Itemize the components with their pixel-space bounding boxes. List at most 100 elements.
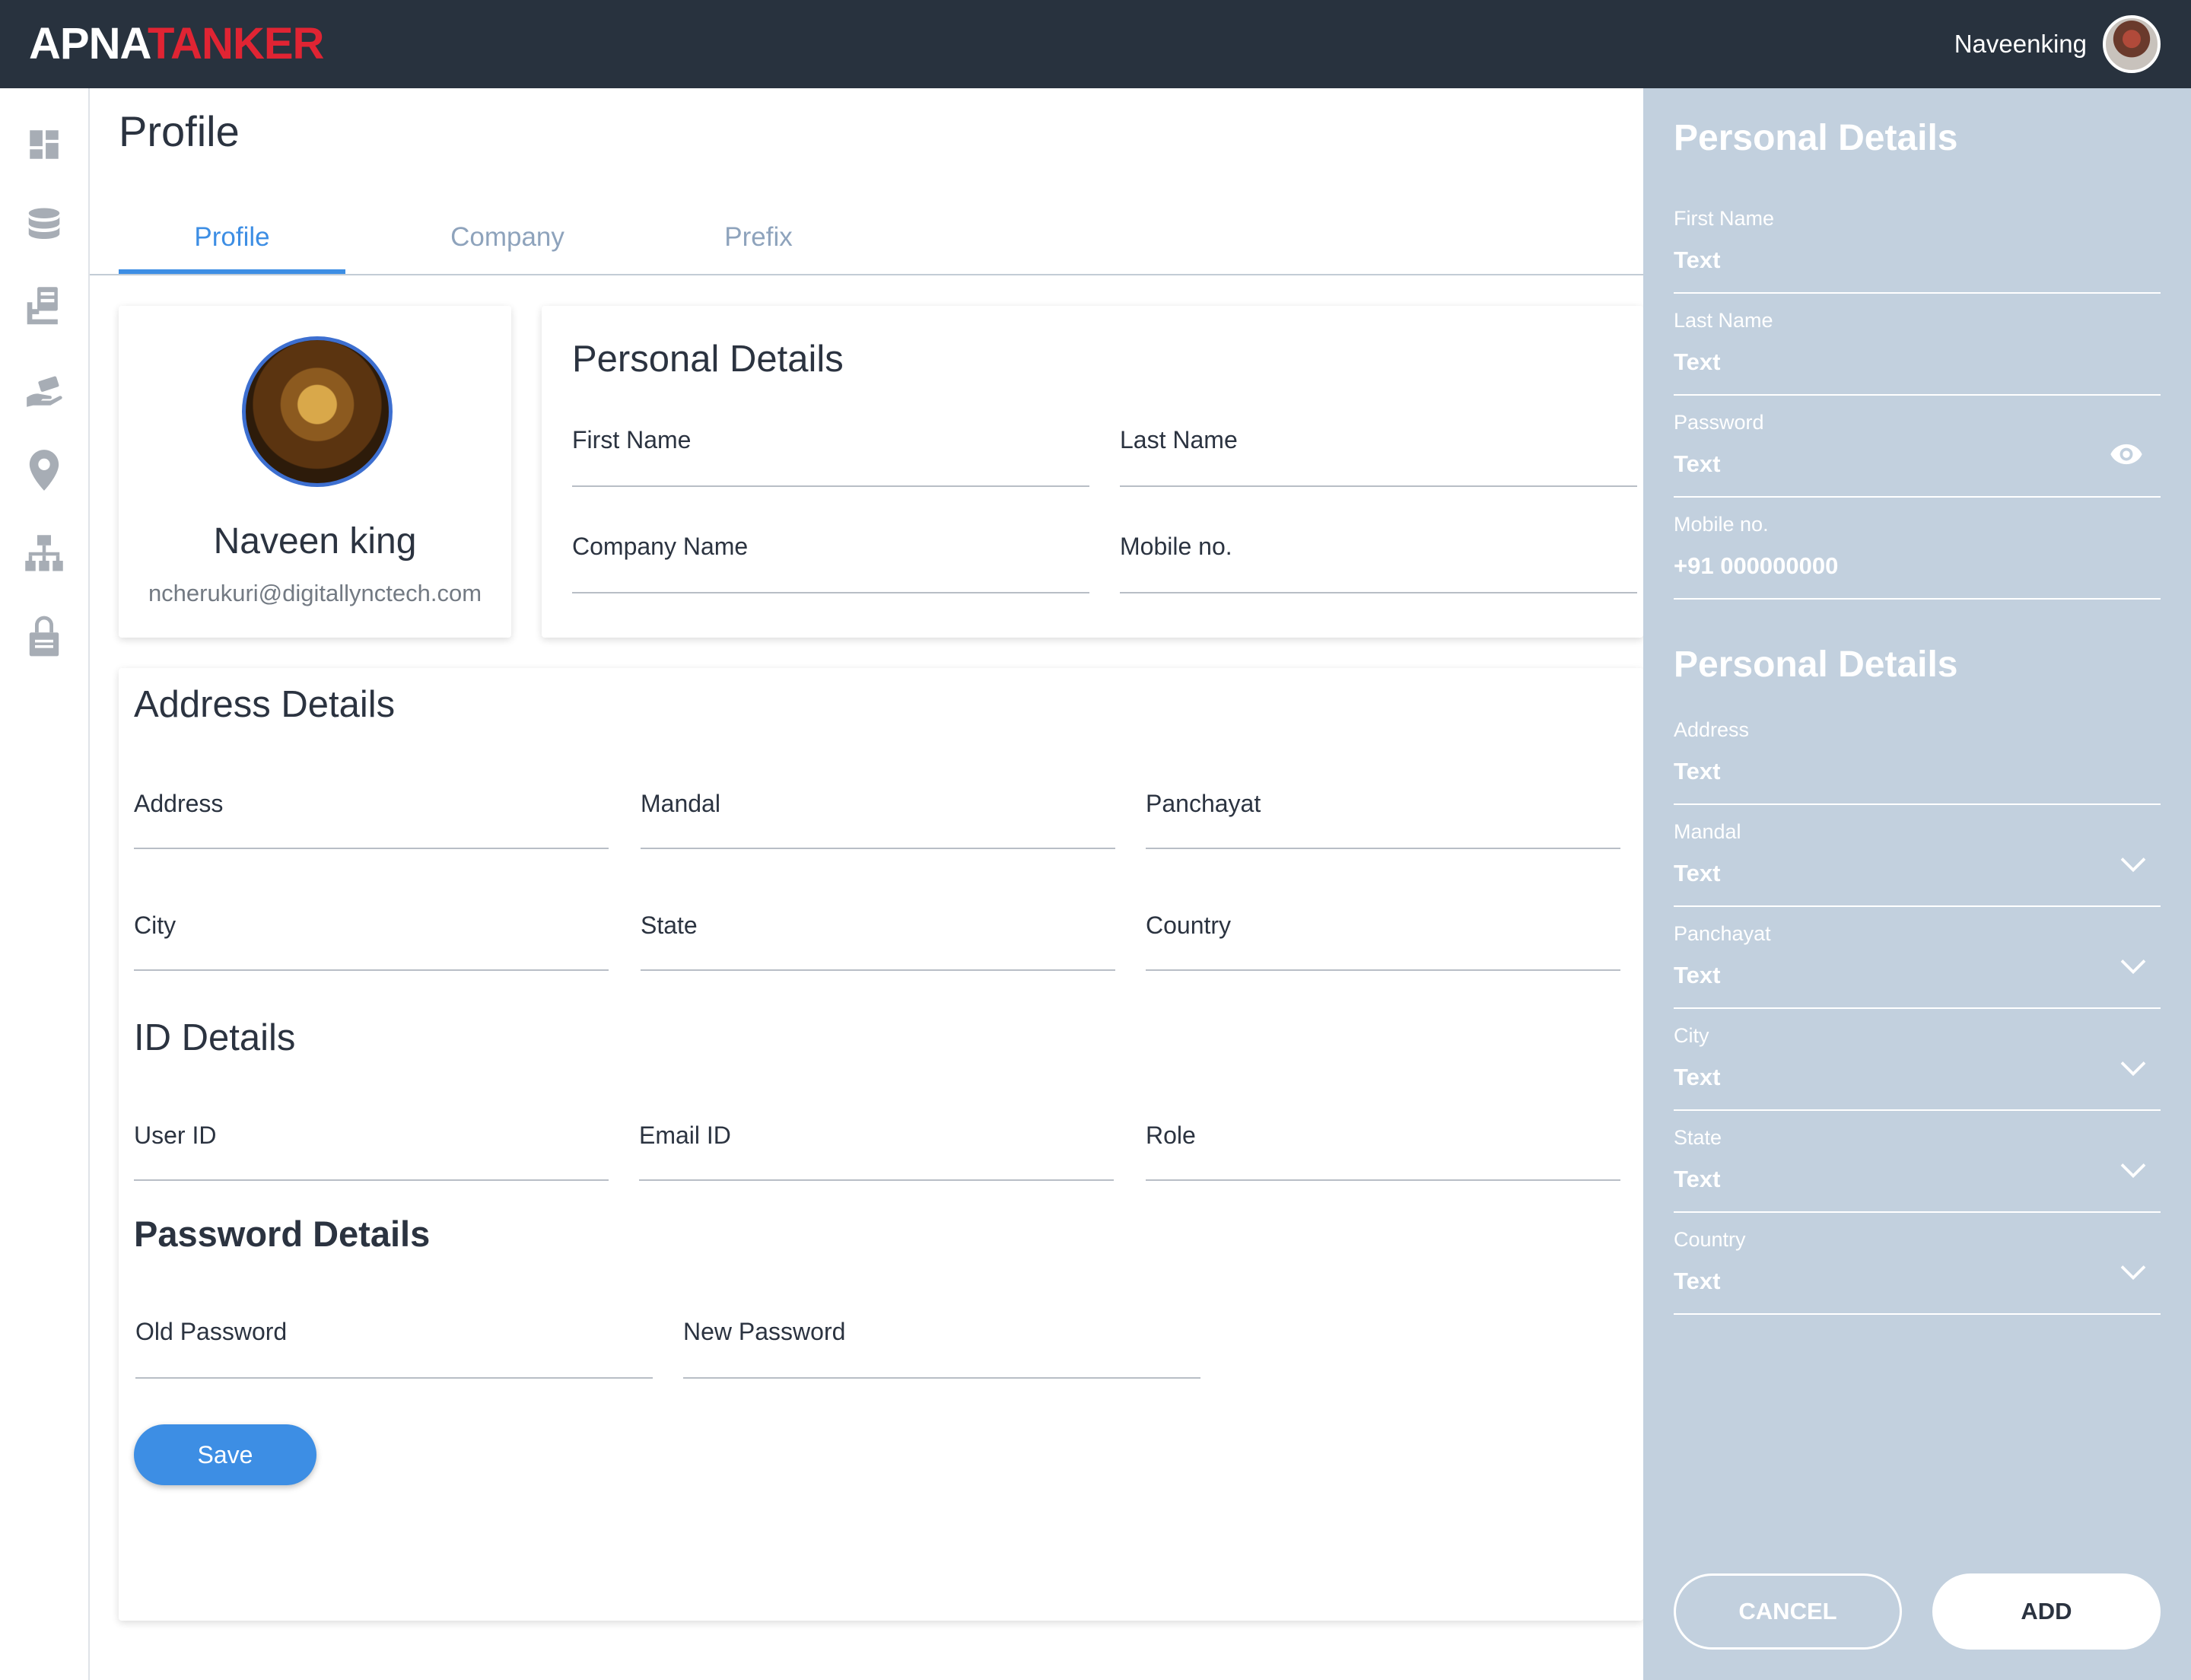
app-logo[interactable]: APNATANKER bbox=[29, 17, 324, 72]
chevron-down-icon[interactable] bbox=[2119, 855, 2147, 873]
email-id-label: Email ID bbox=[639, 1122, 731, 1149]
panel-state-label: State bbox=[1674, 1126, 1722, 1149]
panel-password-label: Password bbox=[1674, 411, 1764, 434]
panel-panchayat-underline bbox=[1674, 1007, 2161, 1009]
panchayat-label: Panchayat bbox=[1146, 790, 1261, 817]
user-id-label: User ID bbox=[134, 1122, 217, 1149]
city-field[interactable] bbox=[134, 969, 609, 971]
save-button[interactable]: Save bbox=[134, 1424, 316, 1485]
database-icon[interactable] bbox=[23, 204, 65, 247]
role-field[interactable] bbox=[1146, 1179, 1620, 1181]
org-chart-icon[interactable] bbox=[23, 533, 65, 575]
chevron-down-icon[interactable] bbox=[2119, 1059, 2147, 1077]
country-field[interactable] bbox=[1146, 969, 1620, 971]
panel-address-heading: Personal Details bbox=[1674, 644, 1958, 685]
chevron-down-icon[interactable] bbox=[2119, 957, 2147, 975]
profile-email: ncherukuri@digitallynctech.com bbox=[148, 580, 482, 606]
cancel-button[interactable]: CANCEL bbox=[1674, 1573, 1902, 1650]
panel-city-select[interactable]: Text bbox=[1674, 1064, 1720, 1091]
edit-panel: Personal Details First Name Text Last Na… bbox=[1643, 88, 2191, 1680]
panel-city-underline bbox=[1674, 1109, 2161, 1111]
panel-mobile-underline bbox=[1674, 598, 2161, 600]
active-tab-indicator bbox=[119, 269, 345, 274]
panel-address-underline bbox=[1674, 803, 2161, 805]
username-label[interactable]: Naveenking bbox=[1954, 27, 2087, 61]
panel-country-select[interactable]: Text bbox=[1674, 1268, 1720, 1295]
old-password-label: Old Password bbox=[135, 1318, 288, 1345]
panel-city-label: City bbox=[1674, 1024, 1709, 1047]
city-label: City bbox=[134, 912, 176, 939]
new-password-label: New Password bbox=[683, 1318, 846, 1345]
panel-first-name-input[interactable]: Text bbox=[1674, 247, 1720, 274]
panel-mobile-input[interactable]: +91 000000000 bbox=[1674, 552, 1838, 580]
mobile-field[interactable] bbox=[1120, 592, 1637, 593]
mandal-field[interactable] bbox=[641, 848, 1115, 849]
address-label: Address bbox=[134, 790, 224, 817]
panel-personal-heading: Personal Details bbox=[1674, 118, 1958, 158]
password-details-heading: Password Details bbox=[134, 1214, 431, 1254]
personal-details-card: Personal Details First Name Last Name Co… bbox=[542, 306, 1643, 638]
panel-country-label: Country bbox=[1674, 1228, 1746, 1251]
state-field[interactable] bbox=[641, 969, 1115, 971]
eye-icon[interactable] bbox=[2109, 443, 2144, 466]
tab-bar: Profile Company Prefix bbox=[90, 205, 1643, 275]
panel-address-input[interactable]: Text bbox=[1674, 758, 1720, 785]
logo-part2: TANKER bbox=[148, 19, 324, 68]
address-field[interactable] bbox=[134, 848, 609, 849]
last-name-field[interactable] bbox=[1120, 485, 1637, 487]
panchayat-field[interactable] bbox=[1146, 848, 1620, 849]
profile-name: Naveen king bbox=[213, 521, 417, 562]
clipboard-icon[interactable] bbox=[23, 286, 65, 329]
logo-part1: APNA bbox=[29, 19, 148, 68]
company-name-label: Company Name bbox=[572, 533, 749, 560]
address-details-heading: Address Details bbox=[134, 684, 396, 725]
panel-last-name-input[interactable]: Text bbox=[1674, 348, 1720, 376]
lock-icon[interactable] bbox=[23, 615, 65, 657]
mobile-label: Mobile no. bbox=[1120, 533, 1232, 560]
panel-address-label: Address bbox=[1674, 718, 1750, 741]
user-avatar[interactable] bbox=[2103, 15, 2161, 73]
profile-avatar[interactable] bbox=[242, 336, 393, 487]
mandal-label: Mandal bbox=[641, 790, 720, 817]
location-pin-icon[interactable] bbox=[23, 449, 65, 492]
dashboard-icon[interactable] bbox=[23, 123, 65, 166]
top-bar: APNATANKER Naveenking bbox=[0, 0, 2191, 88]
sidebar bbox=[0, 88, 90, 1680]
details-card: Address Details Address Mandal Panchayat… bbox=[119, 668, 1643, 1621]
panel-mandal-select[interactable]: Text bbox=[1674, 860, 1720, 887]
add-button[interactable]: ADD bbox=[1932, 1573, 2161, 1650]
panel-panchayat-select[interactable]: Text bbox=[1674, 962, 1720, 989]
panel-first-name-underline bbox=[1674, 292, 2161, 294]
panel-password-input[interactable]: Text bbox=[1674, 450, 1720, 478]
panel-password-underline bbox=[1674, 496, 2161, 498]
new-password-field[interactable] bbox=[683, 1377, 1200, 1379]
last-name-label: Last Name bbox=[1120, 426, 1238, 453]
tab-company[interactable]: Company bbox=[394, 222, 621, 274]
panel-mandal-underline bbox=[1674, 905, 2161, 907]
user-id-field[interactable] bbox=[134, 1179, 609, 1181]
old-password-field[interactable] bbox=[135, 1377, 653, 1379]
chevron-down-icon[interactable] bbox=[2119, 1161, 2147, 1179]
panel-state-select[interactable]: Text bbox=[1674, 1166, 1720, 1193]
email-id-field[interactable] bbox=[639, 1179, 1114, 1181]
panel-last-name-label: Last Name bbox=[1674, 309, 1773, 332]
panel-country-underline bbox=[1674, 1313, 2161, 1315]
panel-last-name-underline bbox=[1674, 394, 2161, 396]
page-title: Profile bbox=[119, 107, 240, 155]
panel-mandal-label: Mandal bbox=[1674, 820, 1741, 843]
role-label: Role bbox=[1146, 1122, 1196, 1149]
tab-profile[interactable]: Profile bbox=[119, 222, 345, 274]
hand-money-icon[interactable] bbox=[23, 370, 65, 412]
personal-details-heading: Personal Details bbox=[572, 339, 844, 380]
panel-panchayat-label: Panchayat bbox=[1674, 922, 1771, 945]
company-name-field[interactable] bbox=[572, 592, 1089, 593]
panel-state-underline bbox=[1674, 1211, 2161, 1213]
first-name-label: First Name bbox=[572, 426, 692, 453]
country-label: Country bbox=[1146, 912, 1232, 939]
id-details-heading: ID Details bbox=[134, 1017, 296, 1058]
first-name-field[interactable] bbox=[572, 485, 1089, 487]
panel-first-name-label: First Name bbox=[1674, 207, 1775, 230]
tab-prefix[interactable]: Prefix bbox=[645, 222, 872, 274]
panel-mobile-label: Mobile no. bbox=[1674, 513, 1769, 536]
chevron-down-icon[interactable] bbox=[2119, 1263, 2147, 1281]
